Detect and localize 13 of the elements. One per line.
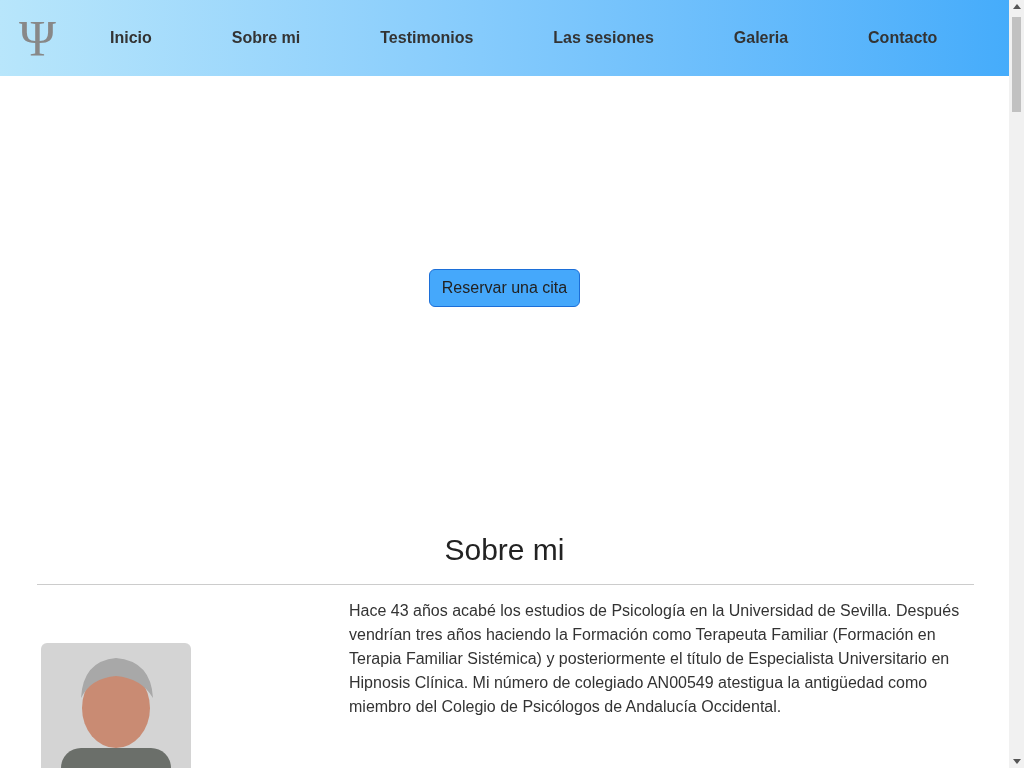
scroll-up-icon[interactable] [1012,4,1021,9]
scrollbar[interactable] [1009,0,1024,768]
booking-button[interactable]: Reservar una cita [428,268,581,307]
scroll-down-icon[interactable] [1012,759,1021,764]
nav-link[interactable]: Inicio [110,26,152,50]
nav-link[interactable]: Sobre mi [231,26,301,50]
nav-link[interactable]: Contacto [868,26,938,50]
about-paragraph: Hace 43 años acabé los estudios de Psicología en la Universidad de Sevilla. Después vendrían tres años haciendo la Formación como Terapeuta Familiar (Formación en Terapia Familiar Sistémica) y posteriormente el título de Especialista Universitario en Hipnosis Clínica. Mi número de colegiado AN00549 atestigua la antigüedad como miembro del Colegio de Psicólogos de Andalucía Occidental. [349,601,961,717]
nav-link[interactable]: Las sesiones [553,26,654,50]
nav-link[interactable]: Testimonios [380,26,474,50]
nav-link[interactable]: Galeria [733,26,789,50]
scroll-thumb[interactable] [1012,17,1021,112]
section-heading: Sobre mi [443,532,566,568]
